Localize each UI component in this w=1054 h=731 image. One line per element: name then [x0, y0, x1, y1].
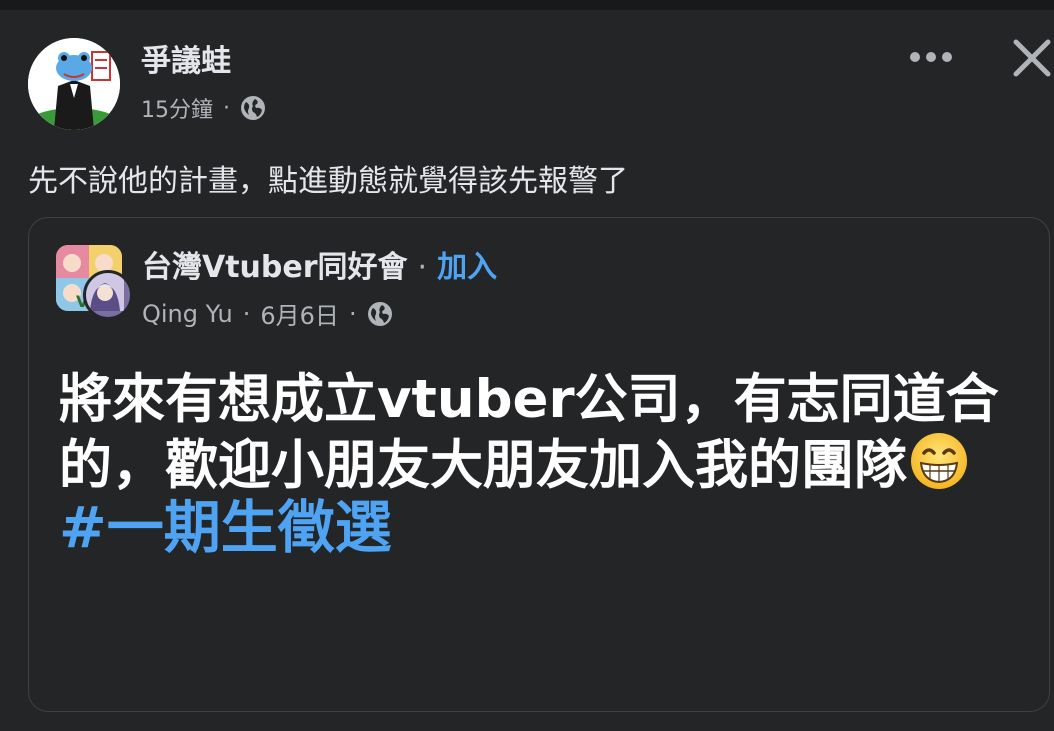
frog-avatar-icon [28, 38, 120, 130]
member-name[interactable]: Qing Yu [142, 300, 233, 328]
author-name[interactable]: 爭議蛙 [141, 36, 231, 80]
more-options-button[interactable] [906, 40, 956, 74]
shared-post-body: 將來有想成立vtuber公司，有志同道合的，歡迎小朋友大朋友加入我的團隊 #一期… [59, 368, 1019, 561]
group-separator: · [417, 250, 428, 285]
author-avatar[interactable] [28, 38, 120, 130]
globe-icon[interactable] [240, 95, 266, 121]
post-text: 先不說他的計畫，點進動態就覺得該先報警了 [28, 164, 628, 199]
hashtag-link[interactable]: #一期生徵選 [59, 495, 392, 561]
grinning-face-emoji-icon [909, 431, 969, 491]
group-header: 台灣Vtuber同好會 · 加入 [142, 242, 497, 286]
member-avatar-image [86, 273, 124, 311]
shared-meta-separator-2: · [348, 299, 357, 328]
group-name[interactable]: 台灣Vtuber同好會 [142, 250, 408, 285]
shared-post-text: 將來有想成立vtuber公司，有志同道合的，歡迎小朋友大朋友加入我的團隊 [59, 369, 999, 496]
post-time[interactable]: 15分鐘 [141, 92, 213, 124]
more-horizontal-icon [910, 52, 952, 62]
close-icon [1013, 39, 1051, 77]
top-bar [0, 0, 1054, 10]
meta-separator: · [223, 95, 230, 121]
shared-post-meta: Qing Yu · 6月6日 · [142, 296, 393, 331]
close-button[interactable] [1008, 34, 1054, 82]
join-group-link[interactable]: 加入 [437, 250, 497, 285]
member-avatar[interactable] [83, 270, 133, 320]
shared-post-date[interactable]: 6月6日 [260, 296, 339, 331]
shared-post-card[interactable]: V 台灣Vtuber同好會 · 加入 Qing Yu · 6月6日 · 將來有想成立… [28, 217, 1050, 712]
shared-meta-separator-1: · [242, 299, 251, 328]
shared-globe-icon[interactable] [367, 301, 393, 327]
post-meta: 15分鐘 · [141, 92, 266, 124]
